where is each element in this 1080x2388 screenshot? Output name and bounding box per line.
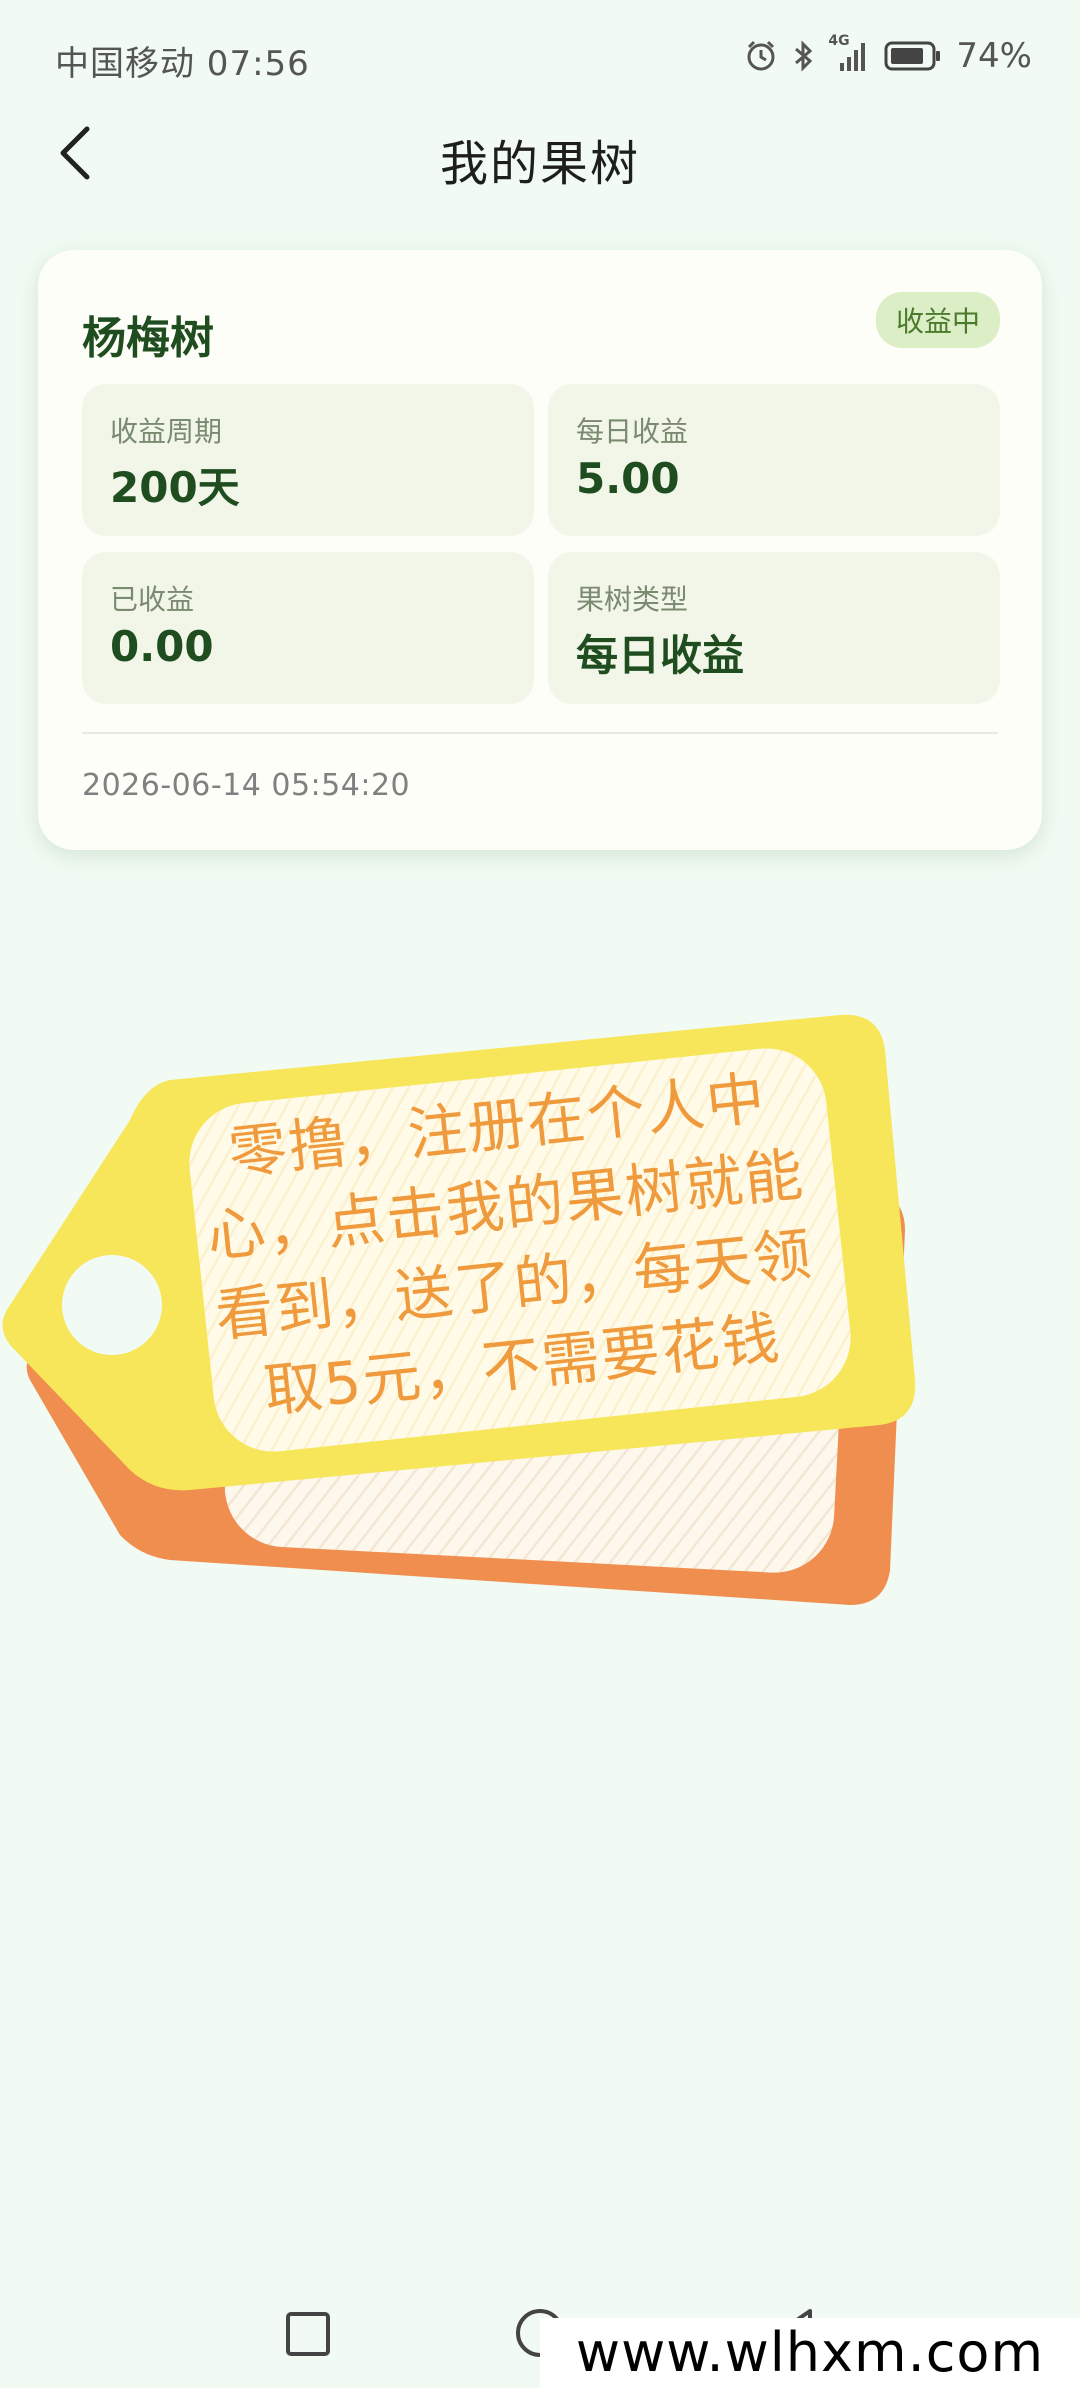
watermark: www.wlhxm.com <box>540 2318 1080 2388</box>
stat-daily-income: 每日收益 5.00 <box>548 384 1000 536</box>
carrier-time: 中国移动 07:56 <box>55 44 310 84</box>
card-divider <box>82 732 998 734</box>
stat-value: 200天 <box>110 463 240 512</box>
stat-label: 收益周期 <box>110 415 223 448</box>
header: 我的果树 <box>0 110 1080 200</box>
card-timestamp: 2026-06-14 05:54:20 <box>82 768 411 803</box>
recents-button[interactable] <box>284 2310 332 2362</box>
signal-icon: 4G <box>828 33 870 73</box>
stat-label: 果树类型 <box>576 583 689 616</box>
alarm-icon <box>744 39 778 73</box>
promo-message: 零撸，注册在个人中 心，点击我的果树就能 看到，送了的，每天领 取5元，不需要花… <box>175 1052 845 1437</box>
stat-value: 5.00 <box>576 454 680 503</box>
battery-icon <box>884 41 942 71</box>
tree-name: 杨梅树 <box>82 313 214 364</box>
network-label: 4G <box>828 33 850 49</box>
battery-percent: 74% <box>956 36 1032 76</box>
page-title: 我的果树 <box>439 136 640 192</box>
stat-earned: 已收益 0.00 <box>82 552 534 704</box>
stat-tree-type: 果树类型 每日收益 <box>548 552 1000 704</box>
stat-period: 收益周期 200天 <box>82 384 534 536</box>
bluetooth-icon <box>792 39 816 73</box>
status-bar: 中国移动 07:56 4G 74% <box>0 0 1080 120</box>
status-badge: 收益中 <box>875 292 1000 348</box>
status-icons: 4G 74% <box>744 33 1032 76</box>
recents-icon <box>284 2312 332 2362</box>
stat-value: 每日收益 <box>576 631 745 680</box>
tree-card[interactable]: 杨梅树 收益中 收益周期 200天 每日收益 5.00 已收益 0.00 果树类… <box>38 250 1042 850</box>
stat-label: 已收益 <box>110 583 195 616</box>
stat-label: 每日收益 <box>576 415 689 448</box>
stat-value: 0.00 <box>110 622 214 671</box>
